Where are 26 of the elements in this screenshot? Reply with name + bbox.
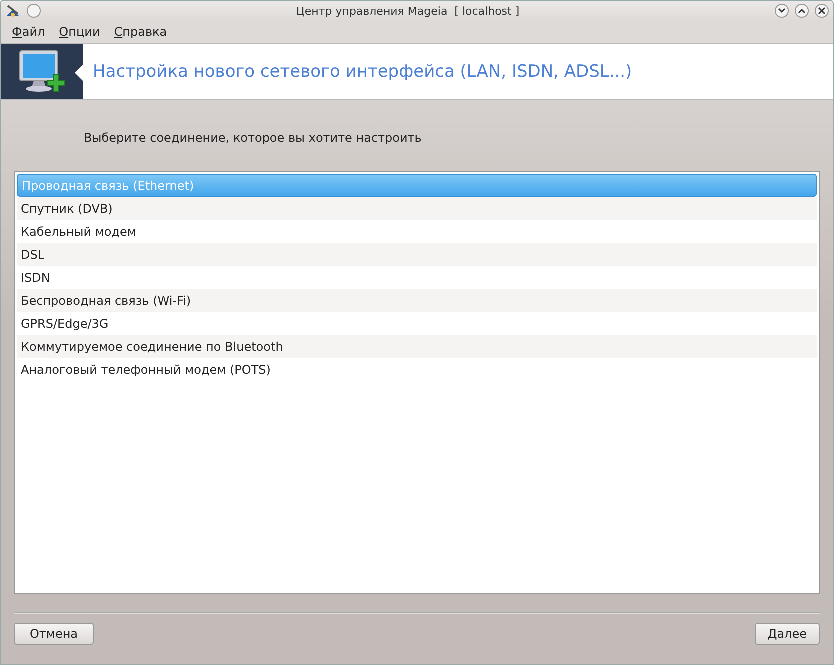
connection-item[interactable]: Беспроводная связь (Wi-Fi): [17, 289, 817, 312]
connection-item[interactable]: ISDN: [17, 266, 817, 289]
chevron-down-icon: [778, 8, 786, 14]
connection-item[interactable]: DSL: [17, 243, 817, 266]
menu-item[interactable]: Справка: [109, 23, 172, 41]
menu-item[interactable]: Опции: [54, 23, 106, 41]
close-icon: [818, 7, 826, 15]
header-pointer: [75, 64, 84, 82]
connection-item[interactable]: Аналоговый телефонный модем (POTS): [17, 358, 817, 381]
window-menu-button[interactable]: [27, 4, 41, 18]
cancel-button[interactable]: Отмена: [14, 623, 94, 645]
connection-item[interactable]: Коммутируемое соединение по Bluetooth: [17, 335, 817, 358]
instruction-text: Выберите соединение, которое вы хотите настроить: [84, 131, 423, 145]
connection-item[interactable]: GPRS/Edge/3G: [17, 312, 817, 335]
maximize-button[interactable]: [795, 4, 809, 18]
menu-item[interactable]: Файл: [7, 23, 50, 41]
next-button[interactable]: Далее: [754, 623, 820, 645]
window-title: Центр управления Mageia [ localhost ]: [295, 4, 521, 18]
page-heading: Настройка нового сетевого интерфейса (LAN, ISDN, ADSL...): [92, 62, 632, 82]
app-logo-icon: [5, 4, 21, 18]
close-button[interactable]: [815, 4, 829, 18]
connection-item[interactable]: Кабельный модем: [17, 220, 817, 243]
chevron-up-icon: [798, 8, 806, 14]
monitor-add-icon: [18, 48, 66, 94]
connection-item[interactable]: Спутник (DVB): [17, 197, 817, 220]
minimize-button[interactable]: [775, 4, 789, 18]
